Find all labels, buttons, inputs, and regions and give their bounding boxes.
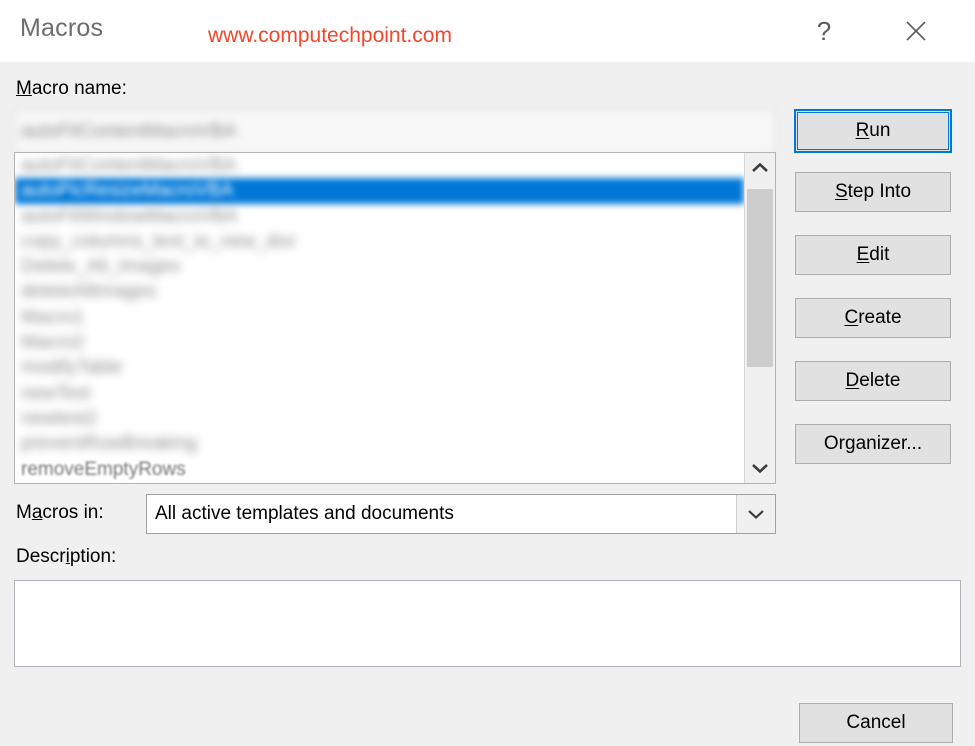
macro-name-input[interactable]: autoFitContentMacroVBA <box>14 110 776 154</box>
create-button[interactable]: Create <box>795 298 951 338</box>
list-item[interactable]: copy_columns_text_to_new_doc <box>15 229 744 254</box>
step-into-button[interactable]: Step Into <box>795 172 951 212</box>
macro-list-scrollbar[interactable] <box>744 153 775 483</box>
macros-in-label-rest: cros in: <box>42 502 104 523</box>
macro-list-items[interactable]: autoFitContentMacroVBA autoPicResizeMacro… <box>15 153 744 483</box>
list-item[interactable]: preventRowBreaking <box>15 431 744 456</box>
chevron-down-icon[interactable] <box>736 495 775 533</box>
delete-button[interactable]: Delete <box>795 361 951 401</box>
cancel-button[interactable]: Cancel <box>799 703 953 743</box>
list-item[interactable]: autoPicResizeMacroVBA <box>15 178 744 204</box>
list-item[interactable]: modifyTable <box>15 355 744 380</box>
edit-button[interactable]: Edit <box>795 235 951 275</box>
macros-in-label-pre: M <box>16 502 32 523</box>
list-item[interactable]: Delete_All_Images <box>15 254 744 279</box>
list-item[interactable]: removeEmptyRows <box>15 457 744 482</box>
run-button-label: Run <box>855 120 891 141</box>
list-item[interactable]: newTest <box>15 381 744 406</box>
title-bar: Macros www.computechpoint.com ? <box>0 0 975 62</box>
list-item[interactable]: autoFitWindowMacroVBA <box>15 204 744 229</box>
chevron-up-icon[interactable] <box>745 153 775 183</box>
chevron-down-icon[interactable] <box>745 453 775 483</box>
list-item[interactable]: newtest2 <box>15 406 744 431</box>
description-label-rest: ption: <box>69 546 117 567</box>
macros-in-label: Macros in: <box>16 502 104 524</box>
close-icon[interactable] <box>885 0 947 62</box>
list-item[interactable]: Macro2 <box>15 330 744 355</box>
create-button-label: Create <box>844 307 902 328</box>
watermark-text: www.computechpoint.com <box>208 24 452 47</box>
cancel-button-label: Cancel <box>846 712 906 733</box>
macros-in-select[interactable]: All active templates and documents <box>146 494 776 534</box>
macro-name-label-rest: acro name: <box>31 78 127 99</box>
list-item[interactable]: Macro1 <box>15 305 744 330</box>
organizer-button[interactable]: Organizer... <box>795 424 951 464</box>
description-label-pre: Descr <box>16 546 66 567</box>
macro-name-label: Macro name: <box>16 78 127 100</box>
page-title: Macros <box>20 14 104 42</box>
macros-in-accesskey: a <box>31 502 43 523</box>
step-into-button-label: Step Into <box>834 181 912 202</box>
macro-list-box[interactable]: autoFitContentMacroVBA autoPicResizeMacro… <box>14 152 776 484</box>
delete-button-label: Delete <box>845 370 901 391</box>
organizer-button-label: Organizer... <box>823 433 923 454</box>
description-label: Description: <box>16 546 116 568</box>
help-icon[interactable]: ? <box>793 0 855 62</box>
scrollbar-thumb[interactable] <box>747 189 773 367</box>
macros-dialog: Macros www.computechpoint.com ? Macro na… <box>0 0 975 746</box>
description-textarea[interactable] <box>14 580 961 667</box>
list-item[interactable]: deleteAllImages <box>15 279 744 304</box>
macros-in-selected-value: All active templates and documents <box>155 503 454 524</box>
macro-name-accesskey: M <box>16 78 32 99</box>
edit-button-label: Edit <box>856 244 890 265</box>
run-button[interactable]: Run <box>794 109 952 153</box>
list-item[interactable]: autoFitContentMacroVBA <box>15 153 744 178</box>
